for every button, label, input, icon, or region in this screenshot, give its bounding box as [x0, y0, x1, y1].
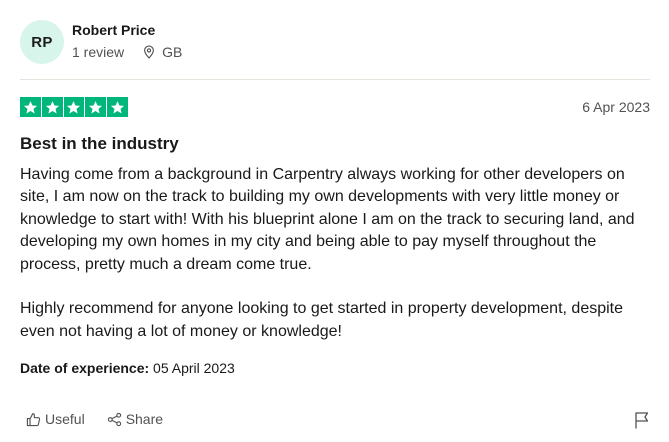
review-title[interactable]: Best in the industry	[20, 134, 179, 154]
reviewer-meta: 1 review GB	[72, 44, 182, 60]
divider	[20, 79, 650, 80]
star-icon	[85, 97, 107, 117]
experience-date: 05 April 2023	[149, 360, 235, 376]
reviewer-location: GB	[142, 44, 182, 60]
star-icon	[41, 97, 63, 117]
useful-label: Useful	[45, 411, 85, 427]
country-code: GB	[162, 44, 183, 60]
review-date: 6 Apr 2023	[582, 99, 650, 115]
useful-button[interactable]: Useful	[26, 411, 85, 427]
reviewer-name[interactable]: Robert Price	[72, 22, 155, 38]
report-button[interactable]	[634, 411, 650, 429]
date-of-experience: Date of experience: 05 April 2023	[20, 360, 235, 376]
review-body: Having come from a background in Carpent…	[20, 164, 652, 343]
avatar[interactable]: RP	[20, 20, 64, 64]
location-pin-icon	[144, 45, 155, 59]
reviewer-header: RP Robert Price 1 review GB	[20, 20, 650, 64]
thumbs-up-icon	[26, 412, 41, 426]
share-icon	[107, 412, 121, 426]
star-icon	[20, 97, 41, 117]
review-actions: Useful Share	[26, 411, 185, 427]
star-rating	[20, 97, 128, 117]
review-card: RP Robert Price 1 review GB 6 Apr 2023 B…	[20, 0, 650, 442]
flag-icon	[635, 412, 649, 429]
star-icon	[63, 97, 85, 117]
review-count: 1 review	[72, 44, 125, 60]
review-paragraph: Highly recommend for anyone looking to g…	[20, 300, 624, 340]
share-button[interactable]: Share	[107, 411, 163, 427]
experience-label: Date of experience:	[20, 360, 150, 376]
share-label: Share	[125, 411, 164, 427]
star-icon	[107, 97, 128, 117]
review-paragraph: Having come from a background in Carpent…	[20, 166, 635, 273]
